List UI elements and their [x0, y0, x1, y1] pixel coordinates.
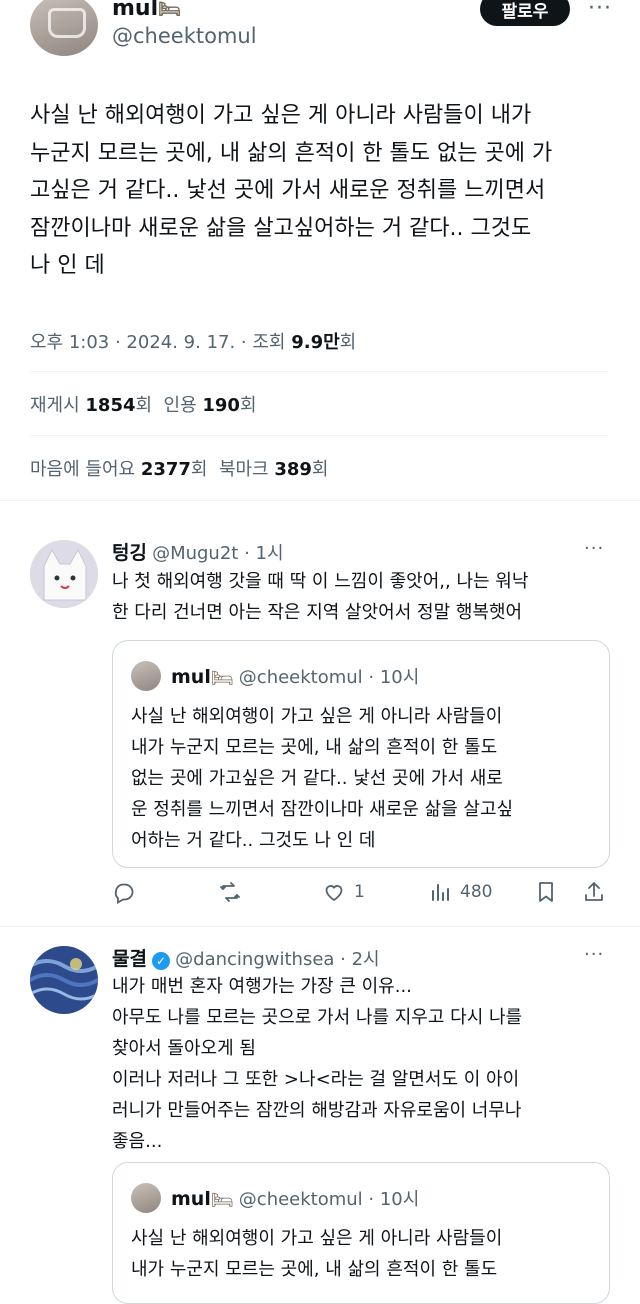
reply-line: 내가 매번 혼자 여행가는 가장 큰 이유...: [112, 976, 412, 997]
author-avatar[interactable]: [30, 0, 98, 56]
divider: [30, 435, 608, 436]
more-icon[interactable]: ···: [584, 538, 604, 559]
tweet-line: 누군지 모르는 곳에, 내 삶의 흔적이 한 톨도 없는 곳에 가: [30, 140, 553, 166]
reply-line: 러니가 만들어주는 잠깐의 해방감과 자유로움이 너무나: [112, 1100, 522, 1121]
bed-emoji-icon: 🛏: [158, 0, 181, 20]
reply-author-handle[interactable]: @dancingwithsea · 2시: [175, 949, 379, 970]
like-icon: [325, 885, 343, 902]
quote-avatar: [131, 1183, 161, 1213]
reply-line: 한 다리 건너면 아는 작은 지역 살앗어서 정말 행복햇어: [112, 602, 523, 623]
like-bookmark-stats[interactable]: 마음에 들어요 2377회 북마크 389회: [30, 455, 328, 481]
reply-icon: [114, 883, 134, 904]
share-button[interactable]: [582, 880, 606, 904]
reply-body: 나 첫 해외여행 갓을 때 딱 이 느낌이 좋앗어,, 나는 워낙 한 다리 건…: [112, 566, 622, 628]
reply-line: 이러나 저러나 그 또한 >나<라는 걸 알면서도 이 아이: [112, 1069, 520, 1090]
reply-header: 물결 ✓ @dancingwithsea · 2시: [112, 944, 380, 971]
reply-author-name[interactable]: 물결: [112, 948, 147, 970]
reply-line: 나 첫 해외여행 갓을 때 딱 이 느낌이 좋앗어,, 나는 워낙: [112, 571, 529, 592]
reply-line: 좋음...: [112, 1131, 163, 1152]
reply-button[interactable]: [112, 880, 144, 904]
follow-button[interactable]: 팔로우: [480, 0, 570, 26]
author-name[interactable]: mul🛏: [112, 0, 181, 21]
reply-line: 아무도 나를 모르는 곳으로 가서 나를 지우고 다시 나를: [112, 1007, 523, 1028]
tweet-timestamp-views: 오후 1:03 · 2024. 9. 17. · 조회 9.9만회: [30, 332, 357, 353]
quote-avatar: [131, 661, 161, 691]
bookmark-button[interactable]: [534, 880, 558, 904]
starry-night-avatar-icon: [30, 946, 98, 1014]
tweet-body: 사실 난 해외여행이 가고 싶은 게 아니라 사람들이 내가 누군지 모르는 곳…: [30, 97, 620, 285]
author-handle[interactable]: @cheektomul: [112, 24, 257, 48]
divider: [0, 500, 640, 501]
reply-line: 찾아서 돌아오게 됨: [112, 1038, 256, 1059]
repost-icon: [220, 882, 240, 902]
repost-quote-stats[interactable]: 재게시 1854회 인용 190회: [30, 391, 257, 417]
views-icon: [432, 884, 449, 901]
share-icon: [585, 882, 603, 901]
views-button[interactable]: 480: [428, 880, 492, 904]
tweet-line: 나 인 데: [30, 253, 105, 278]
cat-avatar-icon: [30, 540, 98, 608]
reply-avatar[interactable]: [30, 946, 98, 1014]
tweet-line: 잠깐이나마 새로운 삶을 살고싶어하는 거 같다.. 그것도: [30, 215, 532, 241]
divider: [30, 371, 608, 372]
reply-body: 내가 매번 혼자 여행가는 가장 큰 이유... 아무도 나를 모르는 곳으로 …: [112, 971, 622, 1157]
quote-body: 사실 난 해외여행이 가고 싶은 게 아니라 사람들이 내가 누군지 모르는 곳…: [131, 1228, 503, 1280]
bed-emoji-icon: 🛏: [210, 1190, 234, 1211]
bed-emoji-icon: 🛏: [210, 668, 234, 689]
reply-author-name[interactable]: 텅깅: [112, 542, 147, 564]
more-icon[interactable]: ···: [584, 944, 604, 965]
view-count: 9.9만: [291, 332, 340, 353]
divider: [0, 926, 640, 927]
verified-icon: ✓: [152, 951, 171, 970]
quoted-tweet[interactable]: mul🛏 @cheektomul · 10시 사실 난 해외여행이 가고 싶은 …: [112, 640, 610, 868]
quote-header: mul🛏 @cheektomul · 10시: [171, 1188, 420, 1211]
tweet-line: 사실 난 해외여행이 가고 싶은 게 아니라 사람들이 내가: [30, 103, 532, 128]
quote-header: mul🛏 @cheektomul · 10시: [171, 666, 420, 689]
tweet-line: 고싶은 거 같다.. 낯선 곳에 가서 새로운 정취를 느끼면서: [30, 178, 546, 203]
quoted-tweet[interactable]: mul🛏 @cheektomul · 10시 사실 난 해외여행이 가고 싶은 …: [112, 1162, 610, 1304]
reply-author-handle[interactable]: @Mugu2t · 1시: [152, 543, 283, 564]
reply-avatar[interactable]: [30, 540, 98, 608]
bookmark-icon: [539, 882, 553, 902]
quote-body: 사실 난 해외여행이 가고 싶은 게 아니라 사람들이 내가 누군지 모르는 곳…: [131, 706, 514, 851]
more-icon[interactable]: ···: [588, 0, 612, 21]
repost-button[interactable]: [218, 880, 250, 904]
reply-header: 텅깅 @Mugu2t · 1시: [112, 538, 284, 565]
like-button[interactable]: 1: [322, 880, 365, 904]
